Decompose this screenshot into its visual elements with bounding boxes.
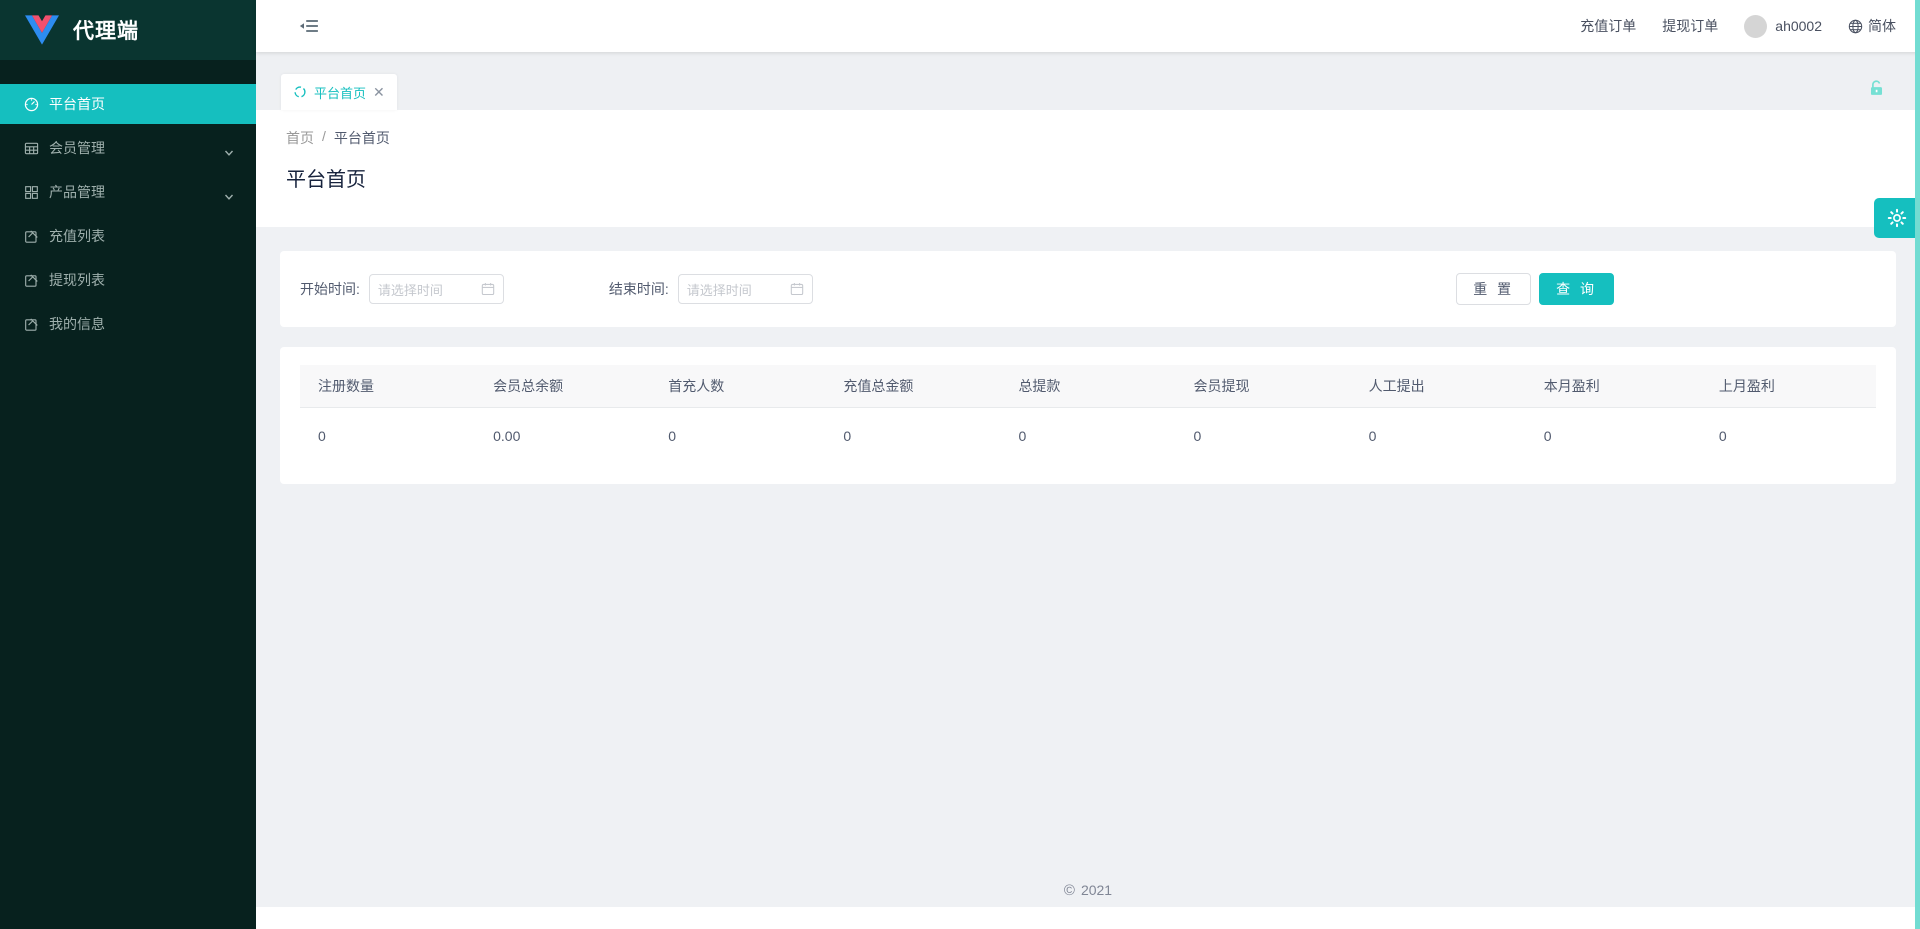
end-time-label: 结束时间: <box>609 279 669 299</box>
sidebar-menu: 平台首页会员管理产品管理充值列表提现列表我的信息 <box>0 60 256 348</box>
edit-icon <box>24 229 39 244</box>
brand-logo[interactable]: 代理端 <box>0 0 256 60</box>
tab-platform-home[interactable]: 平台首页 ✕ <box>281 74 397 110</box>
table-header-cell: 人工提出 <box>1351 365 1526 407</box>
page-title: 平台首页 <box>286 163 1920 192</box>
start-time-input[interactable]: 请选择时间 <box>369 274 504 304</box>
sidebar-item-3[interactable]: 充值列表 <box>0 216 256 256</box>
breadcrumb: 首页 / 平台首页 <box>286 128 1920 148</box>
settings-button[interactable] <box>1874 198 1920 238</box>
username: ah0002 <box>1775 18 1822 34</box>
topbar: 充值订单 提现订单 ah0002 简体 <box>256 0 1920 52</box>
edit-icon <box>24 273 39 288</box>
stats-table-card: 注册数量会员总余额首充人数充值总金额总提款会员提现人工提出本月盈利上月盈利 00… <box>280 347 1896 484</box>
edit-icon <box>24 317 39 332</box>
tab-label: 平台首页 <box>314 83 366 102</box>
page-head: 首页 / 平台首页 平台首页 <box>256 110 1920 227</box>
sidebar-item-0[interactable]: 平台首页 <box>0 84 256 124</box>
sidebar-item-label: 我的信息 <box>49 314 105 334</box>
query-button[interactable]: 查 询 <box>1539 273 1614 305</box>
table-header-row: 注册数量会员总余额首充人数充值总金额总提款会员提现人工提出本月盈利上月盈利 <box>300 365 1876 408</box>
menu-fold-icon[interactable] <box>299 16 319 36</box>
start-time-placeholder: 请选择时间 <box>378 280 481 299</box>
table-cell: 0 <box>1000 408 1175 464</box>
sidebar-item-1[interactable]: 会员管理 <box>0 128 256 168</box>
language-switcher[interactable]: 简体 <box>1848 16 1896 36</box>
table-header-cell: 会员总余额 <box>475 365 650 407</box>
main-area: 充值订单 提现订单 ah0002 简体 <box>256 0 1920 929</box>
table-header-cell: 本月盈利 <box>1526 365 1701 407</box>
tab-close-icon[interactable]: ✕ <box>373 85 385 99</box>
stats-table: 注册数量会员总余额首充人数充值总金额总提款会员提现人工提出本月盈利上月盈利 00… <box>300 365 1876 464</box>
table-cell: 0 <box>300 408 475 464</box>
filter-card: 开始时间: 请选择时间 结束时间: 请选择时间 <box>280 251 1896 327</box>
table-icon <box>24 141 39 156</box>
table-cell: 0 <box>1526 408 1701 464</box>
end-time-input[interactable]: 请选择时间 <box>678 274 813 304</box>
table-header-cell: 会员提现 <box>1176 365 1351 407</box>
copyright-year: 2021 <box>1081 882 1112 898</box>
calendar-icon <box>481 282 495 296</box>
dashboard-icon <box>24 97 39 112</box>
reset-button[interactable]: 重 置 <box>1456 273 1531 305</box>
calendar-icon <box>790 282 804 296</box>
sidebar: 代理端 平台首页会员管理产品管理充值列表提现列表我的信息 <box>0 0 256 929</box>
sidebar-item-label: 平台首页 <box>49 94 105 114</box>
table-cell: 0.00 <box>475 408 650 464</box>
gear-icon <box>1886 207 1908 229</box>
avatar <box>1744 15 1767 38</box>
breadcrumb-home[interactable]: 首页 <box>286 128 314 148</box>
table-header-cell: 注册数量 <box>300 365 475 407</box>
table-body: 00.000000000 <box>300 408 1876 464</box>
globe-icon <box>1848 19 1863 34</box>
user-menu[interactable]: ah0002 <box>1744 15 1822 38</box>
top-link-withdraw-orders[interactable]: 提现订单 <box>1662 16 1718 36</box>
end-time-placeholder: 请选择时间 <box>687 280 790 299</box>
breadcrumb-current: 平台首页 <box>334 128 390 148</box>
table-header-cell: 总提款 <box>1000 365 1175 407</box>
sidebar-item-label: 产品管理 <box>49 182 105 202</box>
sidebar-item-label: 充值列表 <box>49 226 105 246</box>
table-cell: 0 <box>825 408 1000 464</box>
sidebar-item-5[interactable]: 我的信息 <box>0 304 256 344</box>
table-header-cell: 首充人数 <box>650 365 825 407</box>
refresh-icon[interactable] <box>293 85 307 99</box>
tabbar: 平台首页 ✕ <box>256 52 1920 110</box>
table-cell: 0 <box>650 408 825 464</box>
top-link-recharge-orders[interactable]: 充值订单 <box>1580 16 1636 36</box>
vue-logo-icon <box>25 15 59 45</box>
sidebar-item-2[interactable]: 产品管理 <box>0 172 256 212</box>
content: 开始时间: 请选择时间 结束时间: 请选择时间 <box>256 227 1920 907</box>
table-header-cell: 上月盈利 <box>1701 365 1876 407</box>
language-label: 简体 <box>1868 16 1896 36</box>
bottom-strip <box>256 907 1920 929</box>
breadcrumb-separator: / <box>322 128 326 148</box>
table-cell: 0 <box>1351 408 1526 464</box>
start-time-label: 开始时间: <box>300 279 360 299</box>
copyright-icon: © <box>1064 882 1075 899</box>
appstore-icon <box>24 185 39 200</box>
brand-title: 代理端 <box>73 15 139 45</box>
footer: © 2021 <box>256 882 1920 899</box>
scrollbar[interactable] <box>1915 0 1920 929</box>
lock-open-icon[interactable] <box>1867 78 1886 100</box>
table-header-cell: 充值总金额 <box>825 365 1000 407</box>
sidebar-item-4[interactable]: 提现列表 <box>0 260 256 300</box>
sidebar-item-label: 会员管理 <box>49 138 105 158</box>
sidebar-item-label: 提现列表 <box>49 270 105 290</box>
table-row: 00.000000000 <box>300 408 1876 464</box>
table-cell: 0 <box>1176 408 1351 464</box>
table-cell: 0 <box>1701 408 1876 464</box>
